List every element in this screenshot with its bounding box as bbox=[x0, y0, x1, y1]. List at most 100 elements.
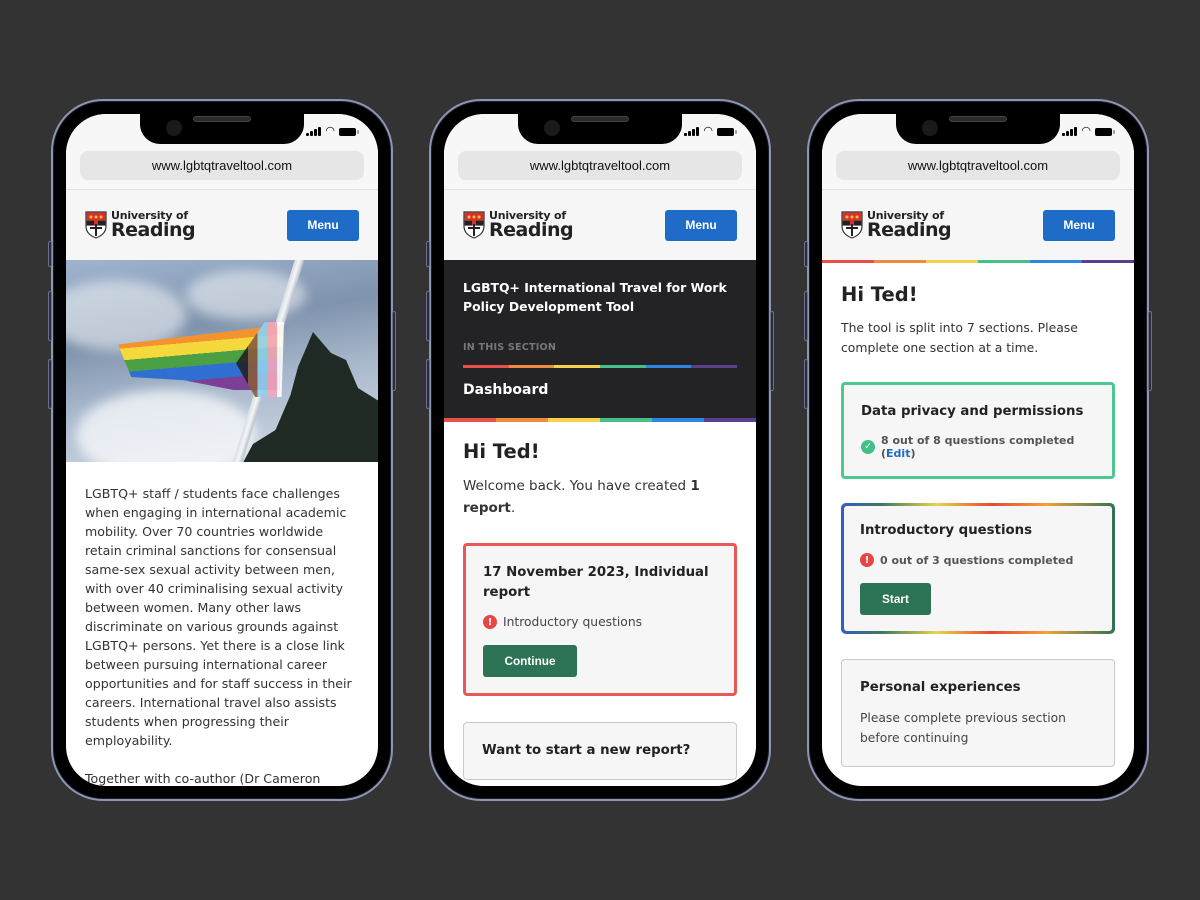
wifi-icon: ◠ bbox=[703, 124, 713, 137]
logo-big-text: Reading bbox=[867, 219, 952, 241]
rainbow-segment bbox=[600, 365, 646, 368]
menu-button[interactable]: Menu bbox=[1043, 209, 1115, 241]
phone-mockup-3: ◠ www.lgbtqtraveltool.com University of … bbox=[804, 99, 1152, 801]
volume-up-button bbox=[804, 291, 808, 341]
greeting-heading: Hi Ted! bbox=[463, 440, 540, 463]
front-camera bbox=[544, 120, 560, 136]
alert-icon: ! bbox=[860, 553, 874, 567]
section-description: Please complete previous section before … bbox=[860, 711, 1066, 745]
menu-button[interactable]: Menu bbox=[287, 209, 359, 241]
rainbow-segment bbox=[444, 418, 496, 422]
menu-button[interactable]: Menu bbox=[665, 209, 737, 241]
logo-big-text: Reading bbox=[111, 219, 196, 241]
section-title: Personal experiences bbox=[860, 680, 1021, 695]
section-title: Data privacy and permissions bbox=[861, 404, 1084, 419]
report-status-text: Introductory questions bbox=[503, 615, 643, 629]
section-status-text: 8 out of 8 questions completed (Edit) bbox=[881, 434, 1095, 460]
rainbow-segment bbox=[645, 365, 692, 368]
page-content: LGBTQ+ International Travel for Work Pol… bbox=[444, 260, 756, 786]
intro-text: LGBTQ+ staff / students face challenges … bbox=[66, 462, 378, 786]
wifi-icon: ◠ bbox=[1081, 124, 1091, 137]
phone-screen: ◠ www.lgbtqtraveltool.com University of … bbox=[444, 114, 756, 786]
status-bar: ◠ bbox=[306, 124, 359, 137]
page-content: Hi Ted! The tool is split into 7 section… bbox=[822, 260, 1134, 786]
rainbow-segment bbox=[652, 418, 704, 422]
mute-switch bbox=[804, 241, 808, 267]
section-card-introductory: Introductory questions ! 0 out of 3 ques… bbox=[841, 503, 1115, 634]
battery-icon bbox=[717, 128, 737, 136]
rainbow-segment bbox=[600, 418, 652, 422]
front-camera bbox=[166, 120, 182, 136]
status-bar: ◠ bbox=[1062, 124, 1115, 137]
volume-down-button bbox=[804, 359, 808, 409]
nav-link-dashboard[interactable]: Dashboard bbox=[463, 382, 737, 398]
front-camera bbox=[922, 120, 938, 136]
edit-link[interactable]: Edit bbox=[886, 447, 910, 460]
rainbow-segment bbox=[1082, 260, 1134, 263]
url-field[interactable]: www.lgbtqtraveltool.com bbox=[80, 151, 364, 180]
alert-icon: ! bbox=[483, 615, 497, 629]
rainbow-divider bbox=[463, 365, 738, 368]
battery-icon bbox=[339, 128, 359, 136]
continue-button[interactable]: Continue bbox=[483, 645, 577, 677]
power-button bbox=[1148, 311, 1152, 391]
status-text-end: ) bbox=[910, 447, 916, 460]
shield-crest-icon bbox=[463, 211, 485, 239]
intro-text: The tool is split into 7 sections. Pleas… bbox=[841, 320, 1078, 355]
section-card-personal-experiences: Personal experiences Please complete pre… bbox=[841, 659, 1115, 767]
shield-crest-icon bbox=[841, 211, 863, 239]
new-report-title: Want to start a new report? bbox=[482, 743, 691, 758]
university-logo[interactable]: University of Reading bbox=[463, 210, 574, 241]
phone-mockup-2: ◠ www.lgbtqtraveltool.com University of … bbox=[426, 99, 774, 801]
section-status: ! 0 out of 3 questions completed bbox=[860, 553, 1096, 567]
rainbow-segment bbox=[926, 260, 978, 263]
power-button bbox=[392, 311, 396, 391]
rainbow-segment bbox=[822, 260, 874, 263]
rainbow-segment bbox=[496, 418, 548, 422]
status-bar: ◠ bbox=[684, 124, 737, 137]
volume-up-button bbox=[48, 291, 52, 341]
report-status: ! Introductory questions bbox=[483, 615, 717, 629]
welcome-suffix: . bbox=[510, 500, 516, 516]
volume-down-button bbox=[426, 359, 430, 409]
page-content: LGBTQ+ staff / students face challenges … bbox=[66, 260, 378, 786]
hero-image bbox=[66, 260, 378, 462]
wifi-icon: ◠ bbox=[325, 124, 335, 137]
mute-switch bbox=[48, 241, 52, 267]
rainbow-segment bbox=[874, 260, 926, 263]
welcome-text: Welcome back. You have created 1 report. bbox=[463, 475, 737, 519]
phone-screen: ◠ www.lgbtqtraveltool.com University of … bbox=[66, 114, 378, 786]
university-logo[interactable]: University of Reading bbox=[85, 210, 196, 241]
logo-big-text: Reading bbox=[489, 219, 574, 241]
power-button bbox=[770, 311, 774, 391]
paragraph: LGBTQ+ staff / students face challenges … bbox=[85, 486, 352, 748]
section-label: IN THIS SECTION bbox=[463, 342, 557, 353]
site-header: University of Reading Menu bbox=[822, 190, 1134, 260]
signal-icon bbox=[684, 127, 700, 136]
section-title: Introductory questions bbox=[860, 523, 1033, 538]
rainbow-segment bbox=[554, 365, 601, 368]
rainbow-segment bbox=[704, 418, 756, 422]
site-header: University of Reading Menu bbox=[444, 190, 756, 260]
speaker bbox=[193, 116, 251, 122]
new-report-card[interactable]: Want to start a new report? bbox=[463, 722, 737, 780]
report-card: 17 November 2023, Individual report ! In… bbox=[463, 543, 737, 696]
url-field[interactable]: www.lgbtqtraveltool.com bbox=[458, 151, 742, 180]
mute-switch bbox=[426, 241, 430, 267]
sections-main: Hi Ted! The tool is split into 7 section… bbox=[822, 263, 1134, 786]
section-status-text: 0 out of 3 questions completed bbox=[880, 553, 1074, 567]
shield-crest-icon bbox=[85, 211, 107, 239]
start-button[interactable]: Start bbox=[860, 583, 931, 615]
rainbow-segment bbox=[1030, 260, 1082, 263]
volume-down-button bbox=[48, 359, 52, 409]
university-logo[interactable]: University of Reading bbox=[841, 210, 952, 241]
signal-icon bbox=[1062, 127, 1078, 136]
rainbow-segment bbox=[691, 365, 738, 368]
rainbow-segment bbox=[508, 365, 555, 368]
section-status: ✓ 8 out of 8 questions completed (Edit) bbox=[861, 434, 1095, 460]
rainbow-divider bbox=[822, 260, 1134, 263]
url-field[interactable]: www.lgbtqtraveltool.com bbox=[836, 151, 1120, 180]
rainbow-segment bbox=[978, 260, 1030, 263]
section-card-data-privacy: Data privacy and permissions ✓ 8 out of … bbox=[841, 382, 1115, 479]
phone-screen: ◠ www.lgbtqtraveltool.com University of … bbox=[822, 114, 1134, 786]
